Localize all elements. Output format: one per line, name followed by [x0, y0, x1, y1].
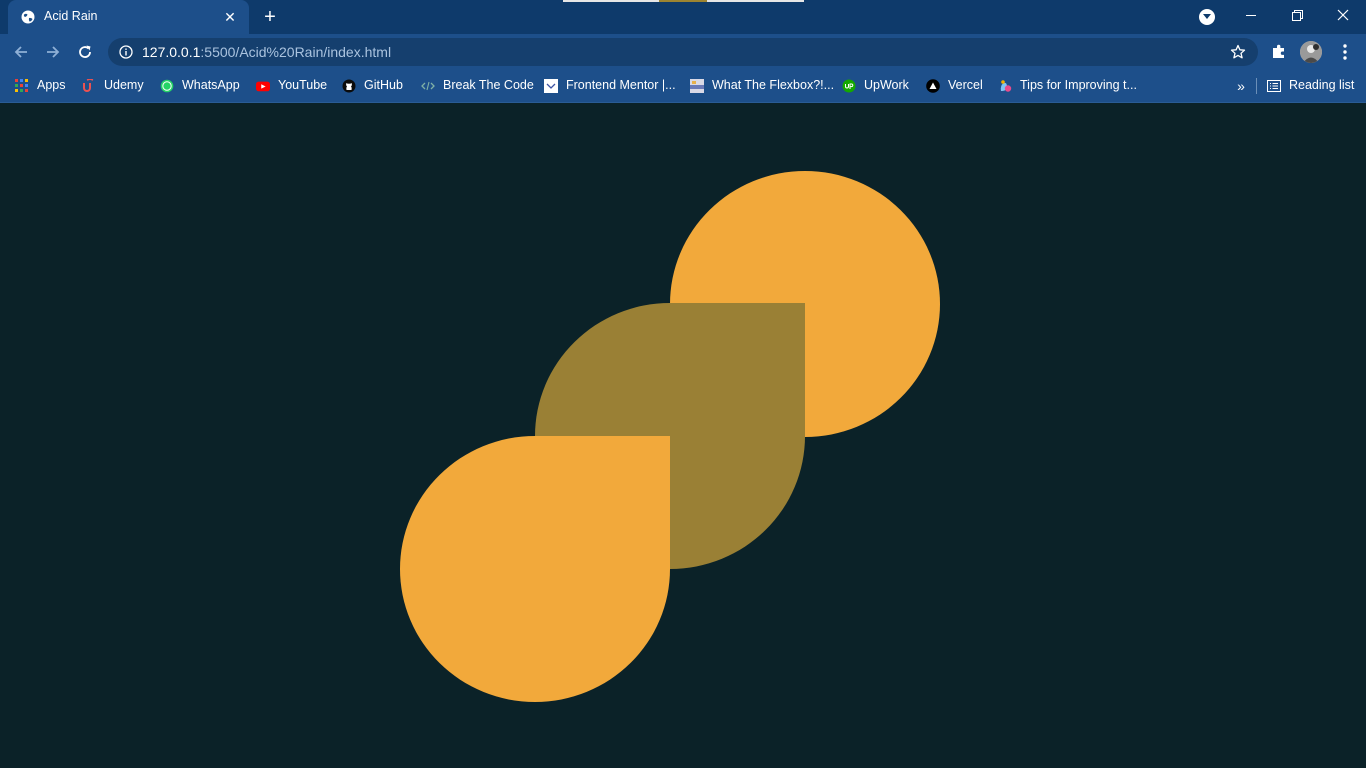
whatsapp-icon — [160, 79, 174, 93]
address-bar[interactable]: 127.0.0.1:5500/Acid%20Rain/index.html — [108, 38, 1258, 66]
frontend-mentor-icon — [544, 79, 558, 93]
page-content — [0, 103, 1366, 768]
bookmark-label: Break The Code — [443, 78, 534, 92]
bookmark-label: What The Flexbox?!... — [712, 78, 835, 92]
reading-list-label: Reading list — [1289, 78, 1355, 92]
tab-acid-rain[interactable]: Acid Rain ✕ — [8, 0, 249, 34]
new-tab-button[interactable]: + — [259, 6, 281, 28]
upwork-icon — [842, 79, 856, 93]
bookmark-label: Frontend Mentor |... — [566, 78, 676, 92]
restore-icon — [1292, 10, 1303, 21]
bookmark-label: WhatsApp — [182, 78, 240, 92]
toolbar: 127.0.0.1:5500/Acid%20Rain/index.html — [0, 34, 1366, 70]
bookmark-label: Tips for Improving t... — [1020, 78, 1137, 92]
bookmark-label: GitHub — [364, 78, 403, 92]
close-window-button[interactable] — [1320, 0, 1366, 34]
back-button[interactable] — [9, 40, 33, 64]
tab-strip: Acid Rain ✕ + — [0, 0, 1366, 34]
reload-button[interactable] — [73, 40, 97, 64]
url-text[interactable]: 127.0.0.1:5500/Acid%20Rain/index.html — [142, 44, 391, 60]
vercel-icon — [926, 79, 940, 93]
chevron-down-icon — [1203, 14, 1211, 19]
extensions-puzzle-icon[interactable] — [1270, 43, 1288, 61]
bookmarks-separator — [1256, 78, 1257, 94]
flexbox-icon — [690, 79, 704, 93]
minimize-button[interactable] — [1228, 0, 1274, 34]
kebab-menu-icon[interactable] — [1337, 42, 1353, 62]
avatar-icon — [1300, 41, 1322, 63]
youtube-icon — [256, 81, 270, 92]
arrow-left-icon — [14, 46, 27, 58]
bookmark-label: UpWork — [864, 78, 909, 92]
profile-avatar[interactable] — [1300, 41, 1322, 63]
bookmark-label: YouTube — [278, 78, 328, 92]
tips-icon — [1000, 80, 1012, 92]
udemy-icon — [83, 79, 94, 92]
minimize-icon — [1246, 15, 1256, 16]
info-icon[interactable] — [119, 45, 133, 59]
globe-icon — [21, 10, 35, 24]
bookmarks-overflow-button[interactable]: » — [1232, 76, 1250, 96]
url-path: :5500/Acid%20Rain/index.html — [200, 44, 392, 60]
code-icon — [421, 81, 435, 91]
restore-button[interactable] — [1274, 0, 1320, 34]
arrow-right-icon — [47, 46, 60, 58]
apps-grid-icon — [15, 79, 28, 92]
bookmark-label: Udemy — [104, 78, 144, 92]
tab-close-icon[interactable]: ✕ — [222, 9, 238, 25]
bookmark-label: Vercel — [948, 78, 983, 92]
reading-list-icon — [1267, 80, 1281, 92]
bookmark-label: Apps — [37, 78, 66, 92]
bookmark-star-icon[interactable] — [1230, 44, 1246, 60]
tab-search-button[interactable] — [1199, 9, 1215, 25]
raindrop-bottom — [400, 436, 670, 702]
github-icon — [342, 79, 356, 93]
tab-title: Acid Rain — [44, 9, 98, 23]
bookmarks-bar: Apps Udemy WhatsApp YouTube GitHub Break… — [0, 70, 1366, 103]
window-drag-indicator — [563, 0, 804, 2]
close-icon — [1337, 9, 1349, 21]
url-host: 127.0.0.1 — [142, 44, 201, 60]
forward-button[interactable] — [41, 40, 65, 64]
reload-icon — [79, 45, 91, 58]
